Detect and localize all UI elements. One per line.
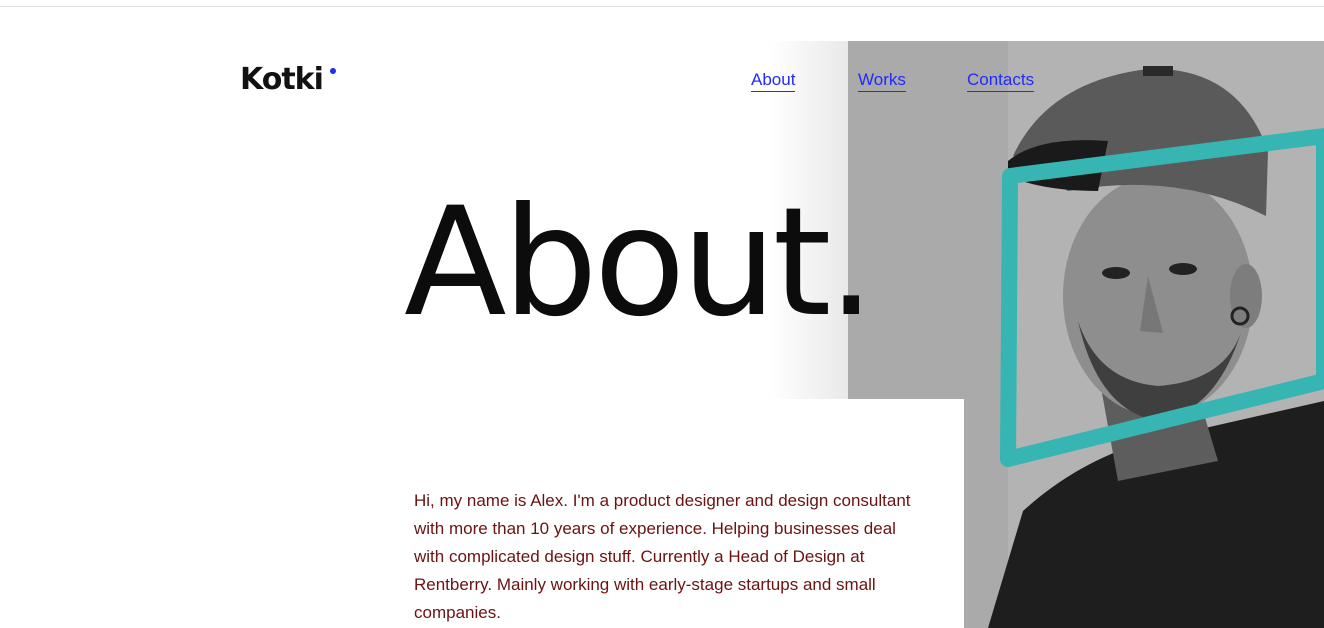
logo-dot-icon	[330, 68, 336, 74]
page: Kotki About Works Contacts About. Hi, my…	[0, 0, 1324, 628]
bio-text: Hi, my name is Alex. I'm a product desig…	[414, 491, 911, 622]
nav-works-link[interactable]: Works	[858, 70, 906, 92]
page-title: About.	[404, 176, 875, 350]
logo[interactable]: Kotki	[240, 62, 324, 98]
nav-about-link[interactable]: About	[751, 70, 796, 92]
top-divider	[0, 6, 1324, 7]
nav-contacts-link[interactable]: Contacts	[967, 70, 1035, 92]
